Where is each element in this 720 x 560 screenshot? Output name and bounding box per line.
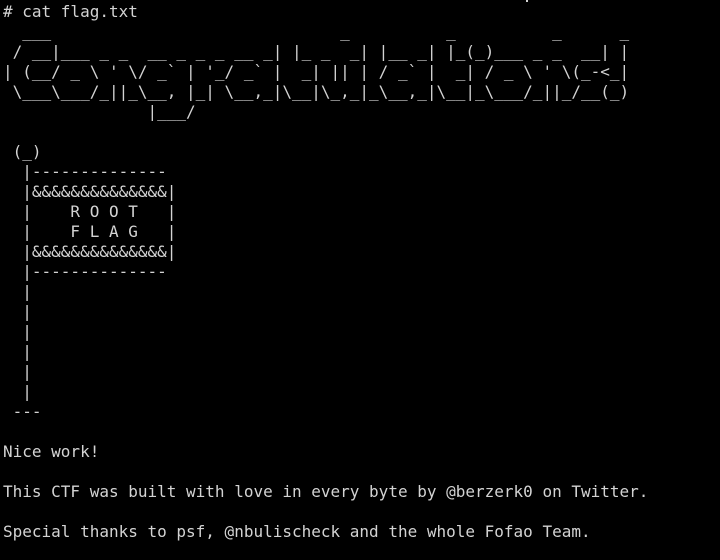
message-credits: This CTF was built with love in every by…: [3, 482, 649, 501]
flag-line-2: |--------------: [3, 162, 167, 181]
flag-line-5: | F L A G |: [3, 222, 177, 241]
banner-line-3: | (__/ _ \ ' \/ _` | '_/ _` | _| || | / …: [3, 62, 630, 81]
flag-line-11: |: [3, 342, 32, 361]
banner-line-2: / __|___ _ _ __ _ _ _ __ _| |_ _ _| |__ …: [3, 42, 630, 61]
flag-line-12: |: [3, 362, 32, 381]
banner-line-4: \___\___/_||_\__, |_| \__,_|\__|\_,_|_\_…: [3, 82, 630, 101]
flag-line-3: |&&&&&&&&&&&&&&|: [3, 182, 177, 201]
message-nice-work: Nice work!: [3, 442, 100, 461]
flag-line-13: |: [3, 382, 32, 401]
flag-line-1: (_): [3, 142, 42, 161]
flag-line-10: |: [3, 322, 32, 341]
terminal-window[interactable]: # cat flag.txt ___ _ _ _ _ _ / __|___ _ …: [0, 0, 720, 560]
message-thanks: Special thanks to psf, @nbulischeck and …: [3, 522, 591, 541]
flag-line-14: ---: [3, 402, 42, 421]
flag-line-6: |&&&&&&&&&&&&&&|: [3, 242, 177, 261]
banner-line-5: |___/: [3, 102, 196, 121]
command-prompt: # cat flag.txt: [3, 2, 138, 21]
flag-line-8: |: [3, 282, 32, 301]
window-edge-artifact: [526, 0, 528, 2]
flag-line-7: |--------------: [3, 262, 167, 281]
banner-line-1: ___ _ _ _ _ _: [3, 22, 720, 41]
flag-line-9: |: [3, 302, 32, 321]
flag-line-4: | R O O T |: [3, 202, 177, 221]
